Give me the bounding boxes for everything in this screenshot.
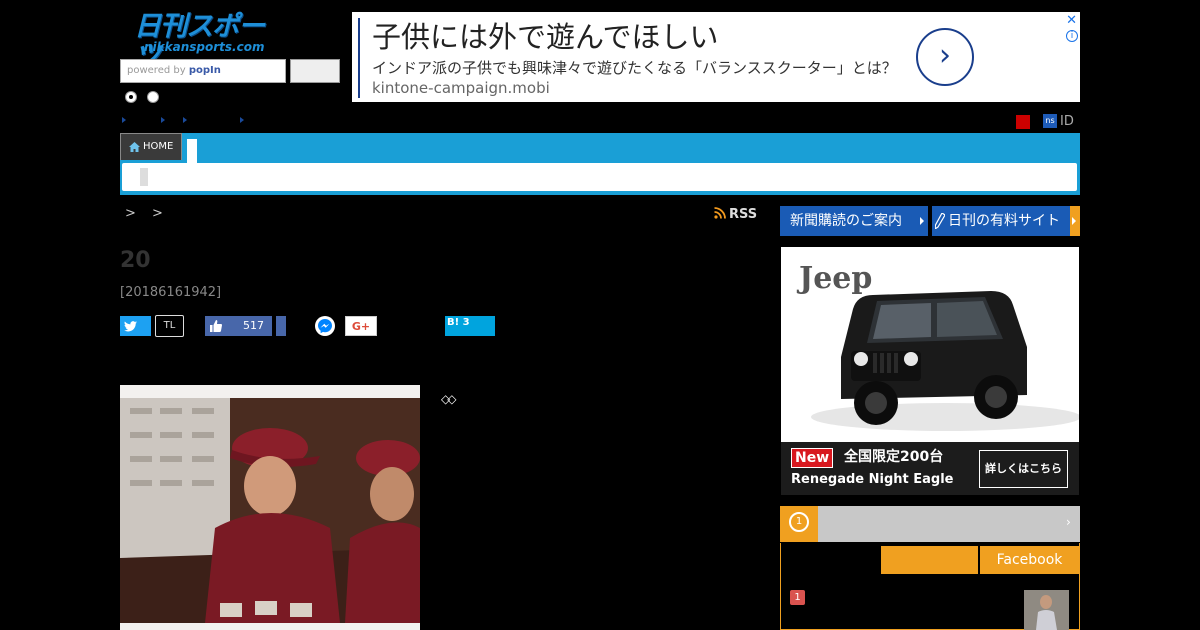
messenger-share-button[interactable] <box>315 316 335 336</box>
pencil-icon <box>935 213 945 229</box>
paid-site-button[interactable]: 日刊の有料サイト <box>932 206 1080 236</box>
ranking-thumbnail-image <box>1024 590 1069 630</box>
paid-site-label: 日刊の有料サイト <box>948 213 1060 229</box>
nav-tab-home[interactable]: HOME <box>120 133 182 160</box>
article-photo[interactable] <box>120 398 420 623</box>
utility-link-arrow-icon[interactable] <box>240 117 244 123</box>
site-logo[interactable]: 日刊スポーツ nikkansports.com <box>134 12 286 72</box>
rss-label: RSS <box>729 207 758 222</box>
breadcrumb[interactable]: > > <box>125 206 169 221</box>
utility-link-arrow-icon[interactable] <box>183 117 187 123</box>
facebook-share-button[interactable] <box>276 316 286 336</box>
article-title: 20 <box>120 248 151 273</box>
home-icon <box>129 142 140 152</box>
ns-badge-icon[interactable]: ns <box>1043 114 1057 128</box>
ad-title[interactable]: 子供には外で遊んでほしい <box>372 18 719 56</box>
ranking-more-link[interactable]: › <box>1066 515 1071 529</box>
chevron-right-icon <box>1072 217 1076 225</box>
hatena-icon: B! <box>447 317 460 328</box>
dugout-photo-illustration <box>120 398 420 623</box>
nav-sub-item[interactable] <box>140 168 148 186</box>
newspaper-subscription-button[interactable]: 新聞購読のご案内 <box>780 206 928 236</box>
logo-domain: nikkansports.com <box>144 40 265 54</box>
rss-link[interactable]: RSS <box>714 207 757 222</box>
ranking-thumbnail[interactable] <box>1024 590 1069 630</box>
nav-tab-home-label: HOME <box>143 141 174 152</box>
ad-banner[interactable]: 子供には外で遊んでほしい インドア派の子供でも興味津々で遊びたくなる「バランスス… <box>352 12 1080 102</box>
utility-link-arrow-icon[interactable] <box>122 117 126 123</box>
google-plus-share-button[interactable]: G+ <box>345 316 377 336</box>
ad-arrow-button[interactable]: › <box>916 28 974 86</box>
ranking-tab-facebook[interactable]: Facebook <box>980 546 1079 574</box>
subscription-label: 新聞購読のご案内 <box>790 213 902 229</box>
ad-info-icon[interactable]: i <box>1066 30 1078 42</box>
hatena-bookmark-button[interactable]: B! 3 <box>445 316 495 336</box>
ad-description[interactable]: インドア派の子供でも興味津々で遊びたくなる「バランススクーター」とは？ kint… <box>372 58 912 98</box>
article-date: [20186161942] <box>120 285 222 300</box>
ranking-medal-icon: 1 <box>789 512 809 532</box>
facebook-like-button[interactable]: 517 <box>205 316 272 336</box>
jeep-new-badge: New <box>791 448 834 468</box>
login-id-link[interactable]: ID <box>1060 114 1074 129</box>
ad-domain: kintone-campaign.mobi <box>372 79 550 97</box>
jeep-vehicle-image <box>811 291 1079 431</box>
ranking-tab[interactable] <box>881 546 978 574</box>
jeep-advertisement[interactable]: Jeep New 全国限定200台 Renegade Night Eagle 詳… <box>781 247 1079 495</box>
chevron-right-icon <box>920 217 924 225</box>
hatena-count: 3 <box>462 317 470 328</box>
twitter-bird-icon <box>124 321 137 332</box>
search-scope-radio-site[interactable] <box>125 91 137 103</box>
ad-close-icon[interactable]: ✕ <box>1066 13 1077 28</box>
jeep-details-button[interactable]: 詳しくはこちら <box>979 450 1068 488</box>
jeep-ad-footer: New 全国限定200台 Renegade Night Eagle 詳しくはこち… <box>781 442 1079 495</box>
search-scope-radio-web[interactable] <box>147 91 159 103</box>
ad-description-text: インドア派の子供でも興味津々で遊びたくなる「バランススクーター」とは？ <box>372 59 897 77</box>
nav-subbar <box>122 163 1077 191</box>
red-square-icon[interactable] <box>1016 115 1030 129</box>
jeep-model-name: Renegade Night Eagle <box>791 472 954 487</box>
jeep-limited-text: 全国限定200台 <box>844 449 944 465</box>
thumbs-up-icon <box>210 320 222 332</box>
search-placeholder-prefix: powered by <box>127 65 189 76</box>
facebook-like-count: 517 <box>243 319 264 332</box>
utility-link-arrow-icon[interactable] <box>161 117 165 123</box>
nav-tab[interactable] <box>187 139 197 163</box>
search-button[interactable] <box>290 59 340 83</box>
search-input[interactable]: powered by popIn <box>120 59 286 83</box>
timeline-share-button[interactable]: TL <box>155 315 184 337</box>
ranking-ribbon: 1 <box>780 506 818 542</box>
ranking-header <box>780 506 1080 542</box>
ranking-number-badge: 1 <box>790 590 805 605</box>
decorative-diamonds: ◇◇ <box>441 392 457 406</box>
twitter-share-button[interactable] <box>120 316 151 336</box>
ad-accent-bar <box>358 18 360 98</box>
messenger-icon <box>318 319 332 334</box>
rss-icon <box>714 207 726 219</box>
search-provider: popIn <box>188 65 221 76</box>
